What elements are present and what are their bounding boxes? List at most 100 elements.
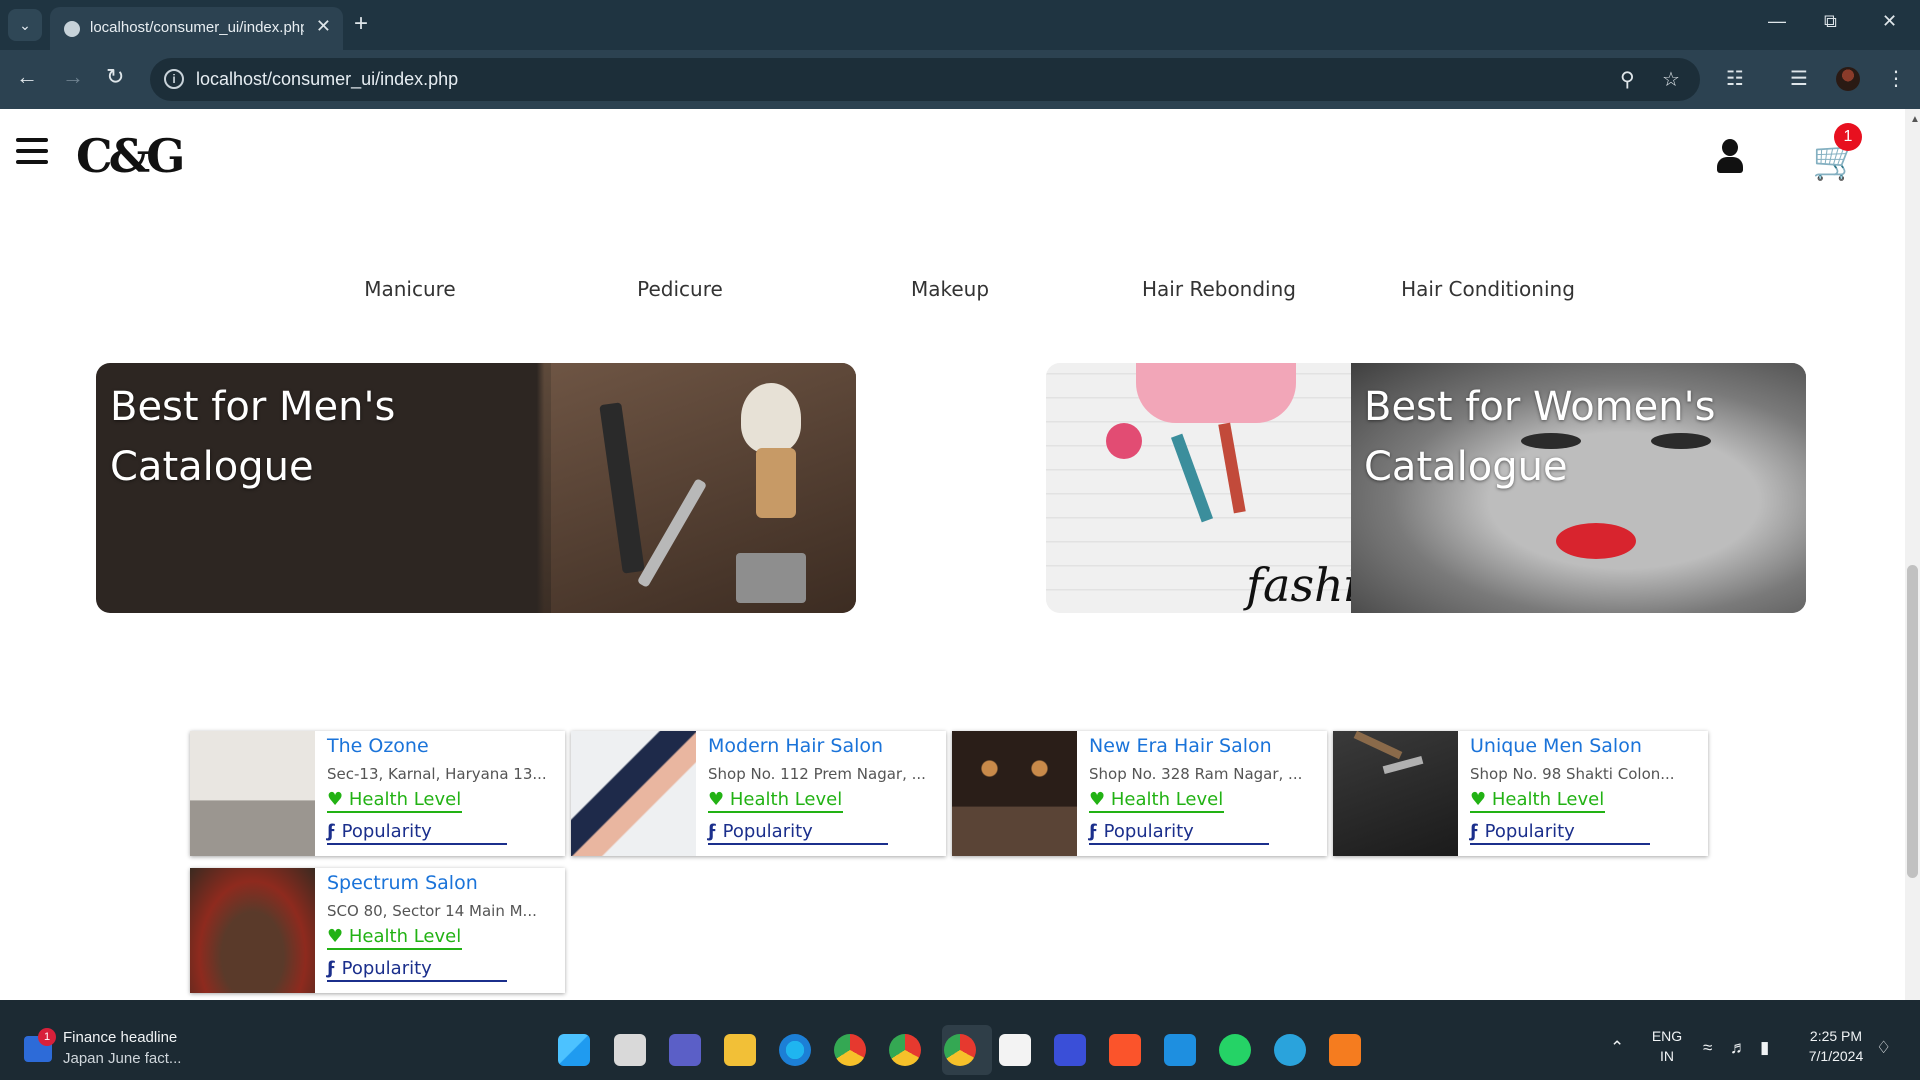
app-icon[interactable] (1054, 1034, 1086, 1066)
site-header: C&G 🛒 1 (0, 109, 1905, 205)
chrome-icon[interactable] (889, 1034, 921, 1066)
notification-bell-icon[interactable]: ♢ (1876, 1038, 1891, 1058)
vscode-icon[interactable] (1164, 1034, 1196, 1066)
bolt-icon: ϝ (327, 821, 336, 842)
womens-catalogue-banner[interactable]: fashion Best for Women's Catalogue (1046, 363, 1806, 613)
media-control-icon[interactable]: ☰ (1790, 66, 1808, 91)
bookmark-star-icon[interactable]: ☆ (1662, 67, 1680, 92)
clock-time[interactable]: 2:25 PM (1796, 1028, 1876, 1044)
edge-icon[interactable] (779, 1034, 811, 1066)
back-arrow-icon[interactable]: ← (16, 64, 38, 90)
news-headline[interactable]: Finance headline (63, 1029, 177, 1046)
salon-image (1333, 731, 1458, 856)
tab-search-button[interactable]: ⌄ (8, 9, 42, 41)
salon-address: Sec-13, Karnal, Haryana 13... (327, 765, 547, 783)
heart-icon: ♥ (327, 789, 344, 810)
file-explorer-icon[interactable] (724, 1034, 756, 1066)
web-page: C&G 🛒 1 Manicure Pedicure Makeup Hair Re… (0, 109, 1905, 1000)
popularity-label: ϝ Popularity (327, 958, 507, 982)
salon-address: SCO 80, Sector 14 Main M... (327, 902, 537, 920)
user-account-icon[interactable] (1715, 139, 1745, 175)
browser-toolbar: ← → ↻ i localhost/consumer_ui/index.php … (0, 50, 1920, 109)
chrome-profile-icon[interactable] (834, 1034, 866, 1066)
service-label-manicure[interactable]: Manicure (300, 277, 520, 301)
mens-banner-title-line1: Best for Men's (110, 384, 396, 430)
heart-icon: ♥ (327, 926, 344, 947)
more-menu-icon[interactable]: ⋮ (1886, 66, 1906, 91)
mens-banner-title-line2: Catalogue (110, 444, 314, 490)
clock-date[interactable]: 7/1/2024 (1796, 1048, 1876, 1064)
close-window-icon[interactable]: ✕ (1882, 11, 1897, 32)
salon-card-unique-men-salon[interactable]: Unique Men Salon Shop No. 98 Shakti Colo… (1333, 731, 1708, 856)
url-text: localhost/consumer_ui/index.php (196, 69, 459, 89)
womens-banner-title-line1: Best for Women's (1364, 384, 1716, 430)
forward-arrow-icon[interactable]: → (62, 64, 84, 90)
language-indicator-line1[interactable]: ENG (1650, 1028, 1684, 1044)
bolt-icon: ϝ (708, 821, 717, 842)
salon-address: Shop No. 98 Shakti Colon... (1470, 765, 1675, 783)
teams-icon[interactable] (669, 1034, 701, 1066)
address-bar[interactable]: i localhost/consumer_ui/index.php ⚲ ☆ (150, 58, 1700, 101)
chrome-active-icon[interactable] (944, 1034, 976, 1066)
heart-icon: ♥ (1089, 789, 1106, 810)
extensions-icon[interactable]: ☷ (1726, 66, 1744, 91)
task-view-icon[interactable] (614, 1034, 646, 1066)
browser-tab-bar: ⌄ localhost/consumer_ui/index.php ✕ + — … (0, 0, 1920, 50)
volume-icon[interactable]: ♬ (1730, 1038, 1747, 1058)
health-level-label: ♥ Health Level (708, 789, 843, 813)
profile-avatar[interactable] (1836, 67, 1860, 91)
bolt-icon: ϝ (1089, 821, 1098, 842)
salon-card-the-ozone[interactable]: The Ozone Sec-13, Karnal, Haryana 13... … (190, 731, 565, 856)
mens-catalogue-banner[interactable]: Best for Men's Catalogue (96, 363, 856, 613)
news-subheadline[interactable]: Japan June fact... (63, 1050, 181, 1067)
salon-name[interactable]: Spectrum Salon (327, 872, 478, 894)
service-label-makeup[interactable]: Makeup (840, 277, 1060, 301)
hamburger-menu-icon[interactable] (16, 138, 48, 164)
show-hidden-icons-chevron-icon[interactable]: ⌃ (1610, 1038, 1624, 1058)
salon-image (190, 731, 315, 856)
popularity-label: ϝ Popularity (1470, 821, 1650, 845)
service-label-hair-rebonding[interactable]: Hair Rebonding (1109, 277, 1329, 301)
salon-card-new-era-hair-salon[interactable]: New Era Hair Salon Shop No. 328 Ram Naga… (952, 731, 1327, 856)
shaving-tools-image (551, 363, 856, 613)
whatsapp-icon[interactable] (1219, 1034, 1251, 1066)
telegram-icon[interactable] (1274, 1034, 1306, 1066)
browser-tab[interactable]: localhost/consumer_ui/index.php ✕ (50, 7, 343, 50)
salon-name[interactable]: New Era Hair Salon (1089, 735, 1272, 757)
salon-image (952, 731, 1077, 856)
salon-name[interactable]: Unique Men Salon (1470, 735, 1642, 757)
service-label-hair-conditioning[interactable]: Hair Conditioning (1378, 277, 1598, 301)
news-badge: 1 (38, 1028, 56, 1046)
restore-icon[interactable]: ⧉ (1824, 11, 1837, 32)
salon-name[interactable]: Modern Hair Salon (708, 735, 883, 757)
popularity-label: ϝ Popularity (1089, 821, 1269, 845)
salon-address: Shop No. 112 Prem Nagar, ... (708, 765, 926, 783)
new-tab-button[interactable]: + (354, 10, 368, 38)
language-indicator-line2[interactable]: IN (1650, 1048, 1684, 1064)
service-label-pedicure[interactable]: Pedicure (570, 277, 790, 301)
site-logo[interactable]: C&G (76, 129, 185, 183)
bolt-icon: ϝ (1470, 821, 1479, 842)
popularity-label: ϝ Popularity (327, 821, 507, 845)
salon-card-modern-hair-salon[interactable]: Modern Hair Salon Shop No. 112 Prem Naga… (571, 731, 946, 856)
wifi-icon[interactable]: ≈ (1703, 1038, 1712, 1058)
salon-name[interactable]: The Ozone (327, 735, 429, 757)
brave-icon[interactable] (1109, 1034, 1141, 1066)
windows-start-icon[interactable] (558, 1034, 590, 1066)
scroll-up-arrow-icon[interactable]: ▲ (1910, 114, 1920, 125)
reload-icon[interactable]: ↻ (106, 64, 124, 90)
health-level-label: ♥ Health Level (327, 926, 462, 950)
xampp-icon[interactable] (1329, 1034, 1361, 1066)
cart-count-badge: 1 (1834, 123, 1862, 151)
key-icon[interactable]: ⚲ (1620, 67, 1635, 92)
globe-icon (64, 21, 80, 37)
site-info-icon[interactable]: i (164, 69, 184, 89)
heart-icon: ♥ (708, 789, 725, 810)
health-level-label: ♥ Health Level (327, 789, 462, 813)
salon-card-spectrum-salon[interactable]: Spectrum Salon SCO 80, Sector 14 Main M.… (190, 868, 565, 993)
scrollbar-thumb[interactable] (1907, 565, 1918, 878)
close-tab-icon[interactable]: ✕ (316, 16, 331, 37)
battery-icon[interactable]: ▮ (1760, 1038, 1769, 1058)
microsoft-store-icon[interactable] (999, 1034, 1031, 1066)
minimize-icon[interactable]: — (1768, 11, 1786, 32)
